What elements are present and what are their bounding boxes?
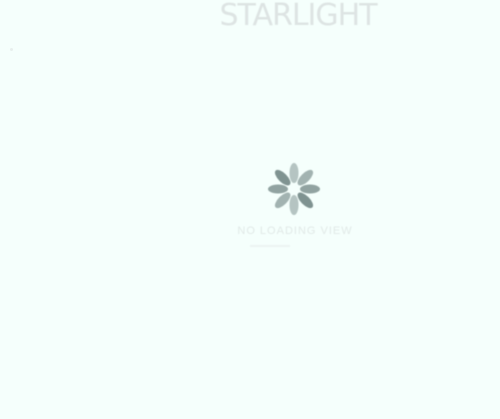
spinner-petal [268, 184, 288, 194]
loading-screen: { "app": { "title": "STARLIGHT" }, "load… [0, 0, 500, 419]
loading-status-text: NO LOADING VIEW [237, 225, 353, 237]
spinner-petal [289, 163, 299, 183]
app-title: STARLIGHT [219, 0, 377, 33]
loading-status-underline [250, 245, 290, 247]
spinner-petal [300, 184, 320, 194]
spinner-petal [289, 195, 299, 215]
loading-spinner-icon [263, 158, 325, 220]
corner-dot [10, 48, 13, 51]
spinner-core [291, 186, 297, 192]
